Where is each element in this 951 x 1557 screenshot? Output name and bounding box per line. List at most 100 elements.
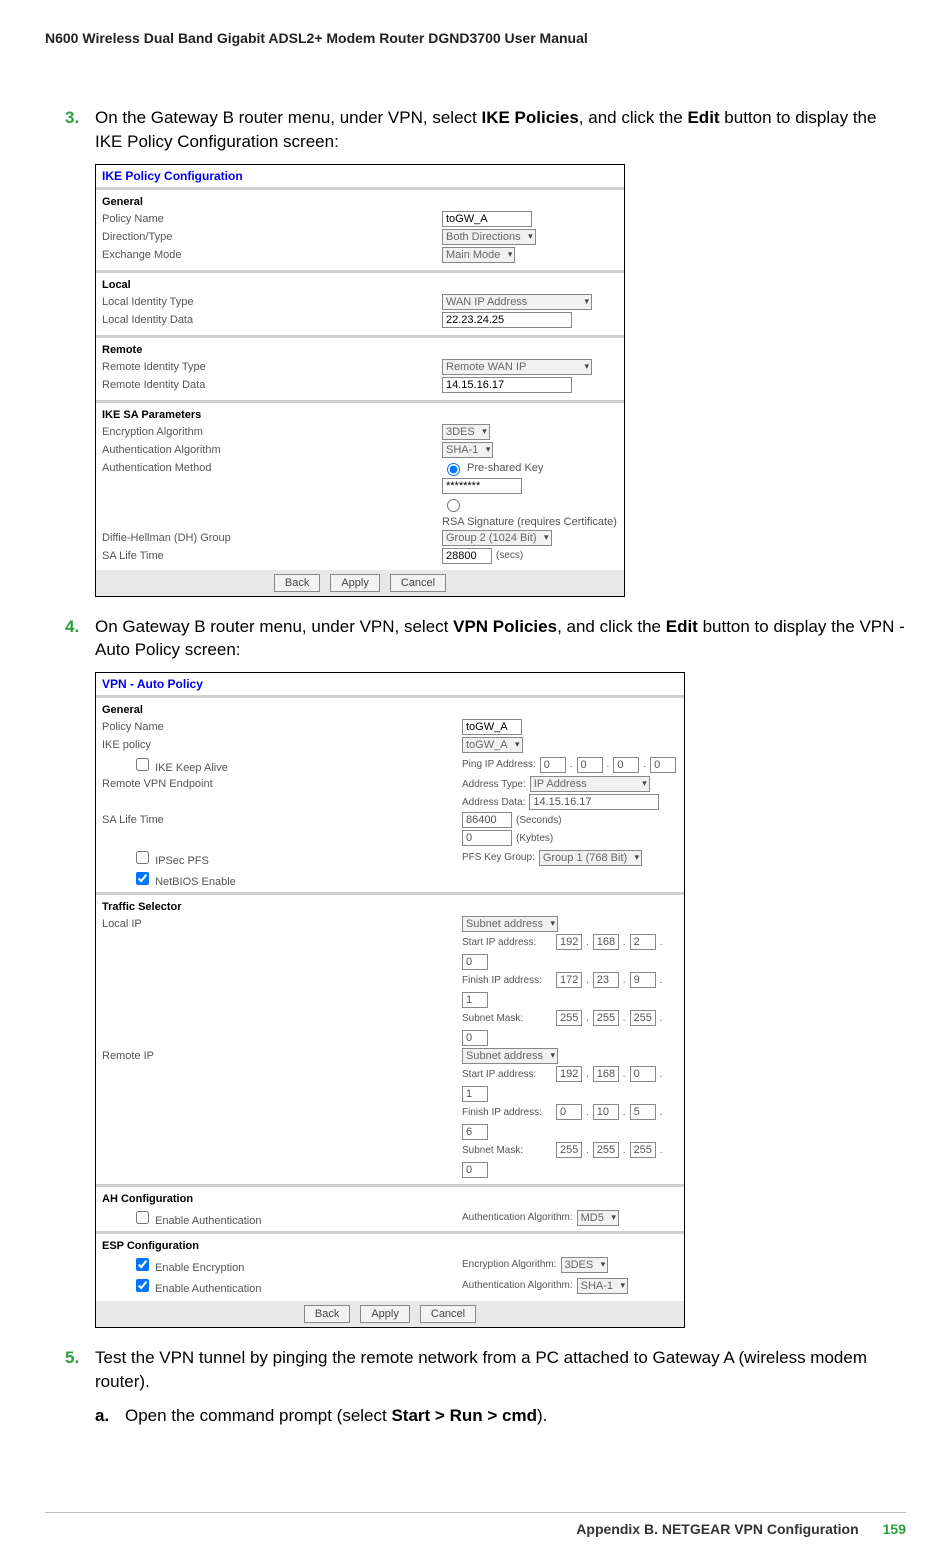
ike-local-label: Local (96, 273, 624, 293)
ike-psk-input[interactable]: ******** (442, 478, 522, 494)
vpn-addr-data-input[interactable]: 14.15.16.17 (529, 794, 659, 810)
vpn-local-start-0[interactable]: 192 (556, 934, 582, 950)
vpn-esp-enc-label: Enable Encryption (155, 1262, 244, 1274)
ike-policy-name-input[interactable]: toGW_A (442, 211, 532, 227)
vpn-local-mask-1[interactable]: 255 (593, 1010, 619, 1026)
vpn-netbios-row: NetBIOS Enable (102, 869, 462, 888)
vpn-local-finish-3[interactable]: 1 (462, 992, 488, 1008)
vpn-local-ip-select[interactable]: Subnet address (462, 916, 558, 932)
ike-policy-name-label: Policy Name (102, 213, 442, 225)
vpn-ah-enable-checkbox[interactable] (136, 1211, 149, 1224)
ike-enc-label: Encryption Algorithm (102, 426, 442, 438)
ike-direction-select[interactable]: Both Directions (442, 229, 536, 245)
footer-rule (45, 1512, 906, 1513)
ike-title: IKE Policy Configuration (96, 165, 624, 187)
vpn-remote-mask-0[interactable]: 255 (556, 1142, 582, 1158)
vpn-local-ip-label: Local IP (102, 918, 462, 930)
vpn-remote-finish-2[interactable]: 5 (630, 1104, 656, 1120)
ike-apply-button[interactable]: Apply (330, 574, 380, 592)
vpn-sa-life-sec-input[interactable]: 86400 (462, 812, 512, 828)
ike-enc-select[interactable]: 3DES (442, 424, 490, 440)
vpn-sa-life-sec-unit: (Seconds) (516, 815, 562, 826)
vpn-ipsec-pfs-label: IPSec PFS (155, 855, 209, 867)
vpn-local-start-2[interactable]: 2 (630, 934, 656, 950)
vpn-netbios-label: NetBIOS Enable (155, 876, 236, 888)
ike-exchange-label: Exchange Mode (102, 249, 442, 261)
vpn-esp-enc-checkbox[interactable] (136, 1258, 149, 1271)
vpn-remote-ip-select[interactable]: Subnet address (462, 1048, 558, 1064)
ike-local-id-type-select[interactable]: WAN IP Address (442, 294, 592, 310)
vpn-ike-policy-select[interactable]: toGW_A (462, 737, 523, 753)
vpn-local-finish-2[interactable]: 9 (630, 972, 656, 988)
ike-back-button[interactable]: Back (274, 574, 320, 592)
step-5-text: Test the VPN tunnel by pinging the remot… (95, 1346, 906, 1394)
vpn-auto-policy-screenshot: VPN - Auto Policy General Policy NametoG… (95, 672, 685, 1328)
step-3-number: 3. (65, 106, 95, 154)
vpn-ping-ip-3[interactable]: 0 (650, 757, 676, 773)
vpn-ping-ip-1[interactable]: 0 (577, 757, 603, 773)
vpn-remote-start-2[interactable]: 0 (630, 1066, 656, 1082)
vpn-ah-auth-alg-select[interactable]: MD5 (577, 1210, 619, 1226)
ike-local-id-data-input[interactable]: 22.23.24.25 (442, 312, 572, 328)
step-5a-pre: Open the command prompt (select (125, 1406, 391, 1425)
vpn-remote-start-0[interactable]: 192 (556, 1066, 582, 1082)
vpn-esp-auth-alg-select[interactable]: SHA-1 (577, 1278, 628, 1294)
vpn-remote-start-1[interactable]: 168 (593, 1066, 619, 1082)
vpn-apply-button[interactable]: Apply (360, 1305, 410, 1323)
vpn-back-button[interactable]: Back (304, 1305, 350, 1323)
vpn-policy-name-input[interactable]: toGW_A (462, 719, 522, 735)
ike-button-bar: Back Apply Cancel (96, 570, 624, 596)
vpn-local-mask-0[interactable]: 255 (556, 1010, 582, 1026)
ike-rsa-radio[interactable] (447, 499, 460, 512)
ike-exchange-select[interactable]: Main Mode (442, 247, 515, 263)
vpn-ike-keepalive-checkbox[interactable] (136, 758, 149, 771)
footer-appendix: Appendix B. NETGEAR VPN Configuration (576, 1521, 858, 1537)
vpn-esp-enc-alg-select[interactable]: 3DES (561, 1257, 609, 1273)
vpn-cancel-button[interactable]: Cancel (420, 1305, 476, 1323)
vpn-remote-mask-3[interactable]: 0 (462, 1162, 488, 1178)
vpn-addr-type-select[interactable]: IP Address (530, 776, 650, 792)
ike-cancel-button[interactable]: Cancel (390, 574, 446, 592)
vpn-ping-ip-2[interactable]: 0 (613, 757, 639, 773)
vpn-remote-mask-2[interactable]: 255 (630, 1142, 656, 1158)
step-5a-post: ). (537, 1406, 547, 1425)
ike-psk-radio[interactable] (447, 463, 460, 476)
ike-auth-alg-select[interactable]: SHA-1 (442, 442, 493, 458)
vpn-remote-finish-label: Finish IP address: (462, 1107, 552, 1118)
vpn-local-finish-1[interactable]: 23 (593, 972, 619, 988)
vpn-ping-ip-0[interactable]: 0 (540, 757, 566, 773)
vpn-esp-auth-label: Enable Authentication (155, 1283, 261, 1295)
vpn-ipsec-pfs-checkbox[interactable] (136, 851, 149, 864)
vpn-addr-type-label: Address Type: (462, 779, 526, 790)
vpn-local-start-1[interactable]: 168 (593, 934, 619, 950)
step-4-bold2: Edit (666, 617, 698, 636)
ike-remote-id-data-input[interactable]: 14.15.16.17 (442, 377, 572, 393)
vpn-local-mask-3[interactable]: 0 (462, 1030, 488, 1046)
ike-sa-life-input[interactable]: 28800 (442, 548, 492, 564)
vpn-button-bar: Back Apply Cancel (96, 1301, 684, 1327)
vpn-remote-start-3[interactable]: 1 (462, 1086, 488, 1102)
vpn-ipsec-pfs-row: IPSec PFS (102, 848, 462, 867)
vpn-remote-finish-3[interactable]: 6 (462, 1124, 488, 1140)
vpn-remote-finish-1[interactable]: 10 (593, 1104, 619, 1120)
step-3: 3. On the Gateway B router menu, under V… (65, 106, 906, 154)
vpn-remote-start-label: Start IP address: (462, 1069, 552, 1080)
vpn-local-start-3[interactable]: 0 (462, 954, 488, 970)
footer-page-number: 159 (883, 1521, 906, 1537)
ike-psk-label: Pre-shared Key (467, 462, 543, 474)
vpn-remote-finish-0[interactable]: 0 (556, 1104, 582, 1120)
vpn-netbios-checkbox[interactable] (136, 872, 149, 885)
vpn-sa-life-kb-input[interactable]: 0 (462, 830, 512, 846)
vpn-esp-auth-checkbox[interactable] (136, 1279, 149, 1292)
vpn-local-mask-2[interactable]: 255 (630, 1010, 656, 1026)
ike-remote-id-type-select[interactable]: Remote WAN IP (442, 359, 592, 375)
vpn-remote-mask-label: Subnet Mask: (462, 1145, 552, 1156)
step-5a-bold: Start > Run > cmd (391, 1406, 536, 1425)
ike-dh-select[interactable]: Group 2 (1024 Bit) (442, 530, 552, 546)
step-3-bold2: Edit (687, 108, 719, 127)
vpn-pfs-group-select[interactable]: Group 1 (768 Bit) (539, 850, 642, 866)
vpn-ike-keepalive-row: IKE Keep Alive (102, 755, 462, 774)
vpn-remote-mask-1[interactable]: 255 (593, 1142, 619, 1158)
vpn-local-finish-0[interactable]: 172 (556, 972, 582, 988)
ike-auth-meth-label: Authentication Method (102, 462, 442, 474)
